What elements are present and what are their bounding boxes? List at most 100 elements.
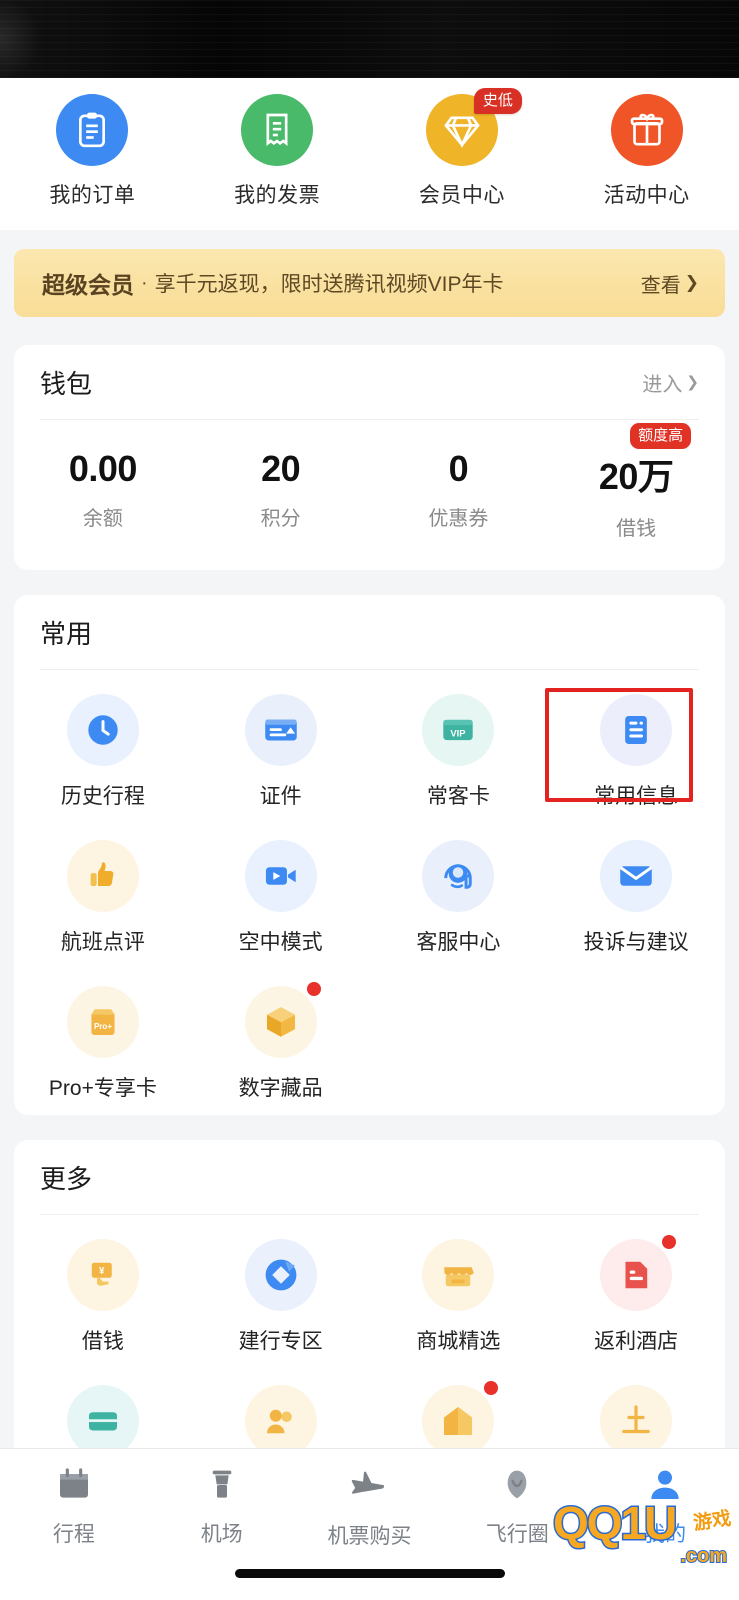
notification-dot-icon [306, 982, 321, 996]
receipt-icon [241, 94, 314, 166]
stat-label: 借钱 [616, 518, 657, 540]
item-label: 数字藏品 [238, 1077, 323, 1100]
stat-value: 0.00 [68, 448, 138, 489]
tab-airport[interactable]: 机场 [148, 1465, 296, 1548]
section-title: 常用 [40, 618, 93, 649]
item-label: 建行专区 [238, 1330, 323, 1353]
chevron-right-icon: ❯ [686, 374, 699, 391]
wallet-title: 钱包 [40, 368, 93, 399]
quick-entry-my-invoices[interactable]: 我的发票 [185, 94, 370, 209]
more-item-ccb-zone[interactable]: 建行专区 [192, 1225, 370, 1371]
quick-entry-activity-center[interactable]: 活动中心 [554, 94, 739, 209]
common-item-frequent-info[interactable]: 常用信息 [547, 680, 725, 826]
status-badge: 史低 [473, 88, 522, 114]
stat-value: 20万 [598, 456, 674, 497]
more-grid: ¥ 借钱 建行专区 商城精选 返利酒店 [14, 1215, 725, 1473]
notification-dot-icon [484, 1381, 499, 1395]
more-item-rebate-hotel[interactable]: 返利酒店 [547, 1225, 725, 1371]
diamond-icon: 史低 [425, 88, 522, 166]
tab-label: 机票购买 [327, 1525, 412, 1548]
more-section-card: 更多 ¥ 借钱 建行专区 商城精选 返利酒店 [14, 1140, 725, 1470]
quick-entry-label: 会员中心 [418, 184, 505, 207]
pro-card-icon: Pro+ [66, 986, 139, 1058]
stat-label: 积分 [260, 508, 301, 530]
item-label: 客服中心 [416, 931, 501, 954]
headset-icon [422, 840, 495, 912]
common-section-card: 常用 历史行程 证件 VIP 常客卡 常用信息 航班点评 空中模式 客服中心 投… [14, 595, 725, 1115]
video-camera-icon [244, 840, 317, 912]
banner-view-label: 查看 [640, 274, 681, 297]
card-icon [66, 1385, 139, 1457]
common-item-frequent-flyer-card[interactable]: VIP 常客卡 [370, 680, 548, 826]
gift-icon [610, 94, 683, 166]
common-item-history-trips[interactable]: 历史行程 [14, 680, 192, 826]
banner-title: 超级会员 [42, 272, 134, 298]
stat-value: 0 [448, 448, 469, 489]
common-item-flight-review[interactable]: 航班点评 [14, 826, 192, 972]
user-icon [645, 1465, 685, 1510]
quick-entry-my-orders[interactable]: 我的订单 [0, 94, 185, 209]
more-header: 更多 [14, 1140, 725, 1214]
wallet-stat-balance[interactable]: 0.00 余额 [14, 448, 192, 541]
svg-text:¥: ¥ [99, 1266, 105, 1277]
tab-book-flight[interactable]: 机票购买 [296, 1465, 444, 1550]
tab-label: 飞行圈 [485, 1523, 549, 1546]
wallet-stats: 0.00 余额 20 积分 0 优惠券 额度高 20万 借钱 [14, 420, 725, 541]
common-grid: 历史行程 证件 VIP 常客卡 常用信息 航班点评 空中模式 客服中心 投诉与建… [14, 670, 725, 1118]
quick-entry-bar: 我的订单 我的发票 史低 会员中心 活动中心 [0, 78, 739, 230]
id-card-icon [244, 694, 317, 766]
super-member-banner[interactable]: 超级会员 · 享千元返现，限时送腾讯视频VIP年卡 查看 ❯ [14, 249, 725, 317]
wallet-stat-loan[interactable]: 额度高 20万 借钱 [547, 423, 725, 541]
app-root: 我的订单 我的发票 史低 会员中心 活动中心 超级会员 · 享千元返现，限时送腾… [0, 0, 739, 1600]
item-label: 常用信息 [594, 785, 679, 808]
more-item-borrow-money[interactable]: ¥ 借钱 [14, 1225, 192, 1371]
wallet-stat-points[interactable]: 20 积分 [192, 448, 370, 541]
status-badge: 额度高 [630, 423, 692, 449]
people-icon [244, 1385, 317, 1457]
common-grid-spacer [370, 972, 548, 1118]
item-label: 返利酒店 [594, 1330, 679, 1353]
calendar-icon [54, 1465, 94, 1510]
quick-entry-member-center[interactable]: 史低 会员中心 [370, 88, 555, 209]
yen-hand-icon: ¥ [66, 1239, 139, 1311]
common-item-documents[interactable]: 证件 [192, 680, 370, 826]
tab-label: 机场 [200, 1523, 243, 1546]
chevron-right-icon: ❯ [684, 273, 699, 292]
common-grid-spacer [547, 972, 725, 1118]
tab-mine[interactable]: 我的 [591, 1465, 739, 1548]
item-label: Pro+专享卡 [48, 1077, 157, 1100]
airplane-icon [348, 1465, 390, 1512]
common-item-customer-service[interactable]: 客服中心 [370, 826, 548, 972]
censored-top-strip [0, 0, 739, 78]
ccb-logo-icon [244, 1239, 317, 1311]
home-indicator[interactable] [234, 1569, 505, 1578]
banner-separator: · [141, 271, 148, 294]
wallet-enter-button[interactable]: 进入 ❯ [642, 368, 699, 397]
notification-dot-icon [662, 1235, 677, 1249]
envelope-icon [600, 840, 673, 912]
clock-icon [66, 694, 139, 766]
control-tower-icon [202, 1465, 242, 1510]
item-label: 常客卡 [426, 785, 490, 808]
tab-flight-circle[interactable]: 飞行圈 [443, 1465, 591, 1548]
section-title: 更多 [40, 1163, 93, 1194]
item-label: 历史行程 [60, 785, 145, 808]
wallet-stat-coupons[interactable]: 0 优惠券 [370, 448, 548, 541]
tab-trips[interactable]: 行程 [0, 1465, 148, 1548]
common-item-air-mode[interactable]: 空中模式 [192, 826, 370, 972]
tab-label: 行程 [52, 1523, 95, 1546]
common-item-complaints[interactable]: 投诉与建议 [547, 826, 725, 972]
tab-label: 我的 [644, 1523, 687, 1546]
vip-card-icon: VIP [422, 694, 495, 766]
item-label: 商城精选 [416, 1330, 501, 1353]
feather-icon [497, 1465, 537, 1510]
common-item-pro-card[interactable]: Pro+ Pro+专享卡 [14, 972, 192, 1118]
quick-entry-label: 活动中心 [603, 184, 690, 207]
hotel-icon [600, 1239, 673, 1311]
more-item-mall-picks[interactable]: 商城精选 [370, 1225, 548, 1371]
wallet-header: 钱包 进入 ❯ [14, 345, 725, 419]
wallet-enter-label: 进入 [642, 373, 683, 396]
shop-icon [422, 1239, 495, 1311]
banner-view-button[interactable]: 查看 ❯ [641, 269, 699, 298]
common-item-digital-collection[interactable]: 数字藏品 [192, 972, 370, 1118]
